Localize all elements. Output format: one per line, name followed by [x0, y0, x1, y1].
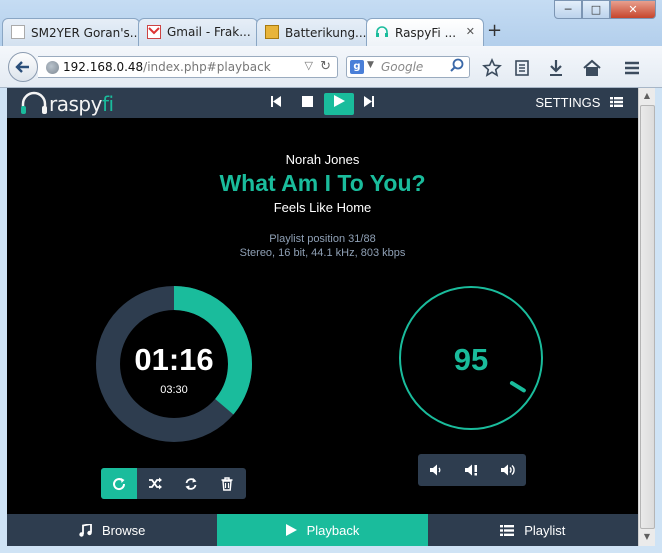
total-time: 03:30	[160, 384, 188, 396]
vertical-scrollbar[interactable]: ▲ ▼	[638, 88, 655, 546]
play-icon	[285, 524, 297, 536]
reload-icon[interactable]: ↻	[320, 59, 331, 74]
headphones-logo-icon	[21, 91, 47, 114]
next-icon	[364, 96, 374, 107]
playback-options	[101, 468, 246, 499]
tab-raspyfi[interactable]: RaspyFi ... ✕	[366, 18, 484, 46]
window-border	[655, 88, 662, 553]
tab-playback-label: Playback	[306, 522, 360, 538]
raspyfi-logo[interactable]: raspyfi	[19, 90, 119, 118]
search-icon[interactable]	[449, 58, 465, 74]
gmail-icon	[147, 25, 161, 39]
previous-button[interactable]	[261, 93, 291, 115]
scroll-up-icon[interactable]: ▲	[639, 88, 655, 104]
shuffle-button[interactable]	[137, 468, 173, 499]
home-icon[interactable]	[582, 58, 602, 78]
headphones-icon	[375, 25, 389, 39]
artist-name: Norah Jones	[285, 152, 360, 167]
song-title: What Am I To You?	[219, 170, 426, 196]
volume-down-icon	[430, 464, 441, 475]
logo-text: raspyfi	[49, 92, 114, 116]
clear-playlist-button[interactable]	[209, 468, 245, 499]
minimize-button[interactable]: ─	[554, 0, 582, 19]
play-icon	[333, 95, 345, 107]
back-arrow-icon	[15, 61, 29, 73]
page-icon	[11, 25, 25, 39]
tab-playlist[interactable]: Playlist	[427, 514, 638, 546]
volume-down-button[interactable]	[418, 454, 454, 485]
volume-up-button[interactable]	[490, 454, 526, 485]
url-text: 192.168.0.48/index.php#playback	[63, 60, 271, 74]
url-bar[interactable]: 192.168.0.48/index.php#playback ▽ ↻	[38, 56, 338, 78]
audio-format: Stereo, 16 bit, 44.1 kHz, 803 kbps	[239, 247, 406, 259]
tab-label: Gmail - Frak...	[167, 25, 251, 39]
consume-button[interactable]	[173, 468, 209, 499]
mute-button[interactable]	[454, 454, 490, 485]
volume-controls	[418, 454, 526, 486]
tab-browse[interactable]: Browse	[7, 514, 218, 546]
tab-label: RaspyFi ...	[395, 26, 457, 40]
footer-nav: Browse Playback Playlist	[7, 514, 638, 546]
previous-icon	[271, 96, 281, 107]
stop-icon	[301, 96, 313, 107]
tab-gmail[interactable]: Gmail - Frak...	[138, 18, 258, 46]
bookmark-star-icon[interactable]	[482, 58, 502, 78]
browser-titlebar: SM2YER Goran's... Gmail - Frak... Batter…	[0, 0, 662, 46]
scrollbar-thumb[interactable]	[640, 105, 655, 529]
tab-sm2yer[interactable]: SM2YER Goran's...	[2, 18, 140, 46]
music-note-icon	[79, 523, 92, 537]
battery-icon	[265, 25, 279, 39]
scroll-down-icon[interactable]: ▼	[639, 529, 655, 545]
tab-browse-label: Browse	[101, 522, 146, 538]
bookmarks-icon[interactable]	[512, 58, 532, 78]
volume-up-icon	[500, 464, 515, 475]
window-border	[0, 546, 662, 553]
maximize-button[interactable]: □	[582, 0, 610, 19]
new-tab-button[interactable]: +	[487, 20, 502, 41]
back-button[interactable]	[8, 52, 38, 82]
tab-close-icon[interactable]: ✕	[466, 25, 475, 38]
url-dropdown-icon[interactable]: ▽	[305, 59, 313, 72]
navigation-toolbar: 192.168.0.48/index.php#playback ▽ ↻ g ▼ …	[0, 46, 662, 88]
tab-playlist-label: Playlist	[524, 522, 566, 538]
search-box[interactable]: g ▼ Google	[346, 56, 470, 78]
playlist-position: Playlist position 31/88	[269, 233, 376, 245]
mute-icon	[465, 464, 477, 475]
list-icon	[610, 97, 623, 107]
window-border	[0, 88, 7, 553]
download-icon[interactable]	[546, 58, 566, 78]
repeat-button[interactable]	[101, 468, 137, 499]
next-button[interactable]	[354, 93, 384, 115]
app-header: raspyfi SETTINGS	[7, 88, 638, 118]
tab-label: SM2YER Goran's...	[31, 26, 140, 40]
volume-indicator	[509, 381, 526, 393]
tab-batterikung[interactable]: Batterikung...	[256, 18, 368, 46]
google-icon: g	[350, 60, 364, 74]
settings-button[interactable]: SETTINGS	[535, 95, 623, 110]
tab-playback[interactable]: Playback	[217, 514, 428, 546]
list-icon	[500, 524, 515, 536]
play-button[interactable]	[324, 93, 354, 115]
settings-label: SETTINGS	[535, 95, 601, 110]
close-button[interactable]: ✕	[610, 0, 656, 19]
volume-value: 95	[453, 342, 489, 377]
search-input[interactable]: Google	[381, 60, 423, 74]
refresh-icon	[185, 477, 197, 490]
repeat-icon	[113, 477, 126, 490]
shuffle-icon	[148, 477, 162, 490]
stop-button[interactable]	[292, 93, 322, 115]
trash-icon	[221, 476, 233, 491]
globe-icon	[46, 61, 59, 74]
elapsed-time: 01:16	[134, 342, 214, 377]
album-name: Feels Like Home	[273, 200, 372, 215]
window-controls: ─ □ ✕	[554, 0, 656, 20]
tab-label: Batterikung...	[285, 26, 367, 40]
raspyfi-app: raspyfi SETTINGS Norah Jones What Am I T…	[7, 88, 638, 546]
search-engine-dropdown-icon[interactable]: ▼	[367, 60, 374, 70]
menu-icon[interactable]	[622, 58, 642, 78]
